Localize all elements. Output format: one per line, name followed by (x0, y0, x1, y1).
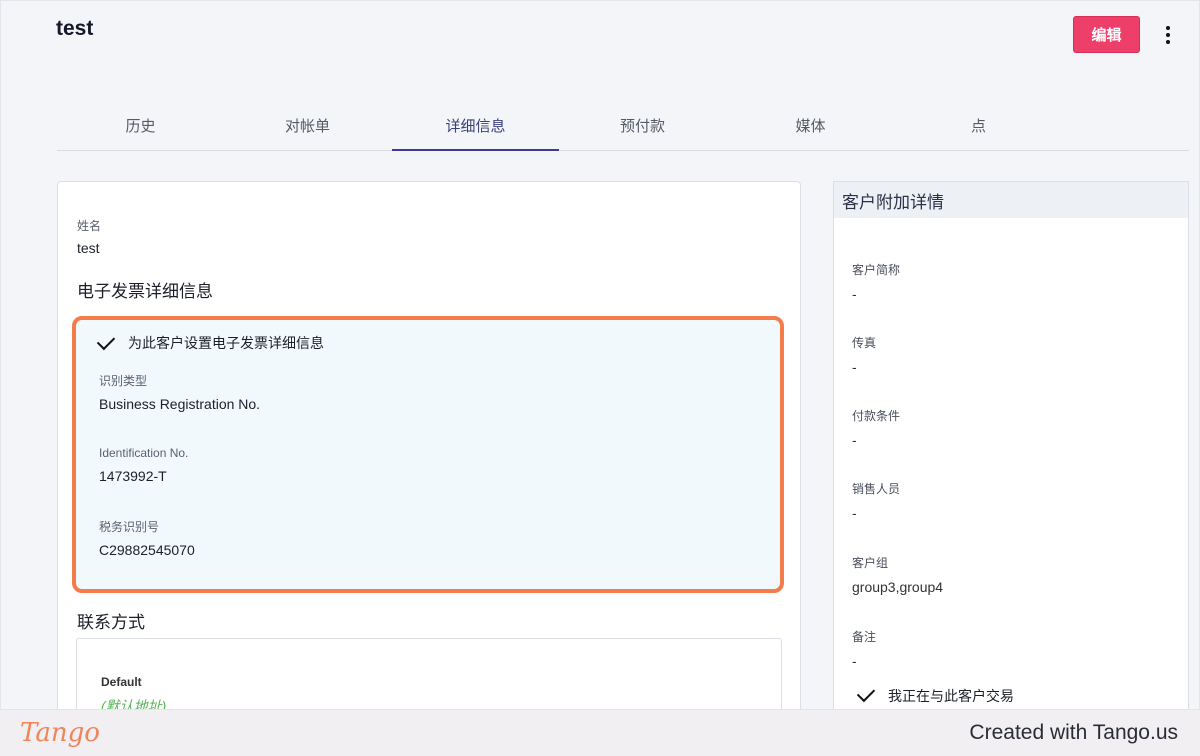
id-no-label: Identification No. (99, 446, 189, 460)
field-label: 客户简称 (852, 263, 901, 277)
trading-checkbox-label: 我正在与此客户交易 (888, 688, 1014, 704)
tab-details[interactable]: 详细信息 (392, 101, 559, 151)
page-title: test (56, 17, 94, 40)
tango-logo[interactable]: Tango (20, 718, 100, 748)
field-value: - (852, 359, 857, 375)
check-icon[interactable] (96, 331, 116, 351)
tax-id-label: 税务识别号 (99, 520, 160, 534)
contact-heading: 联系方式 (77, 613, 145, 632)
name-label: 姓名 (77, 219, 102, 233)
einvoice-heading: 电子发票详细信息 (77, 282, 213, 301)
field-value: - (852, 505, 857, 521)
field-value: - (852, 286, 857, 302)
field-value: group3,group4 (852, 579, 944, 595)
tax-id-value: C29882545070 (99, 542, 195, 558)
side-heading: 客户附加详情 (834, 182, 1188, 218)
tab-points[interactable]: 点 (895, 101, 1062, 150)
tab-prepayment[interactable]: 预付款 (559, 101, 726, 150)
tab-history[interactable]: 历史 (57, 101, 224, 150)
contact-address-card[interactable]: Default (默认地址) (76, 638, 782, 710)
field-label: 备注 (852, 630, 877, 644)
tango-credit[interactable]: Created with Tango.us (969, 721, 1178, 745)
edit-button[interactable]: 编辑 (1073, 16, 1140, 53)
check-icon[interactable] (856, 683, 876, 703)
contact-default-label: Default (101, 675, 142, 689)
field-label: 客户组 (852, 556, 889, 570)
tango-footer: Tango Created with Tango.us (0, 710, 1200, 756)
field-value: - (852, 653, 857, 669)
field-label: 传真 (852, 336, 877, 350)
field-salesperson: 销售人员 - (852, 480, 900, 521)
more-options-icon[interactable] (1157, 23, 1179, 47)
default-address-note: (默认地址) (101, 698, 167, 710)
tab-media[interactable]: 媒体 (727, 101, 894, 150)
id-type-label: 识别类型 (99, 374, 148, 388)
field-fax: 传真 - (852, 334, 876, 375)
field-remarks: 备注 - (852, 628, 876, 669)
einvoice-panel: 为此客户设置电子发票详细信息 识别类型 Business Registratio… (72, 316, 784, 593)
name-value: test (77, 240, 100, 256)
tab-bar: 历史 对帐单 详细信息 预付款 媒体 点 (57, 101, 1189, 151)
field-label: 销售人员 (852, 482, 901, 496)
field-payment-terms: 付款条件 - (852, 407, 900, 448)
einvoice-checkbox-label: 为此客户设置电子发票详细信息 (128, 335, 324, 351)
tab-statement[interactable]: 对帐单 (224, 101, 391, 150)
field-customer-group: 客户组 group3,group4 (852, 554, 943, 595)
field-value: - (852, 432, 857, 448)
id-no-value: 1473992-T (99, 468, 167, 484)
app-frame: test 编辑 历史 对帐单 详细信息 预付款 媒体 点 姓名 test 电子发… (0, 0, 1200, 710)
id-type-value: Business Registration No. (99, 396, 261, 412)
field-short-name: 客户简称 - (852, 261, 900, 302)
details-card: 姓名 test 电子发票详细信息 为此客户设置电子发票详细信息 识别类型 Bus… (57, 181, 801, 710)
customer-extra-details-card: 客户附加详情 客户简称 - 传真 - 付款条件 - 销售人员 - 客户组 gro… (833, 181, 1189, 709)
field-label: 付款条件 (852, 409, 901, 423)
